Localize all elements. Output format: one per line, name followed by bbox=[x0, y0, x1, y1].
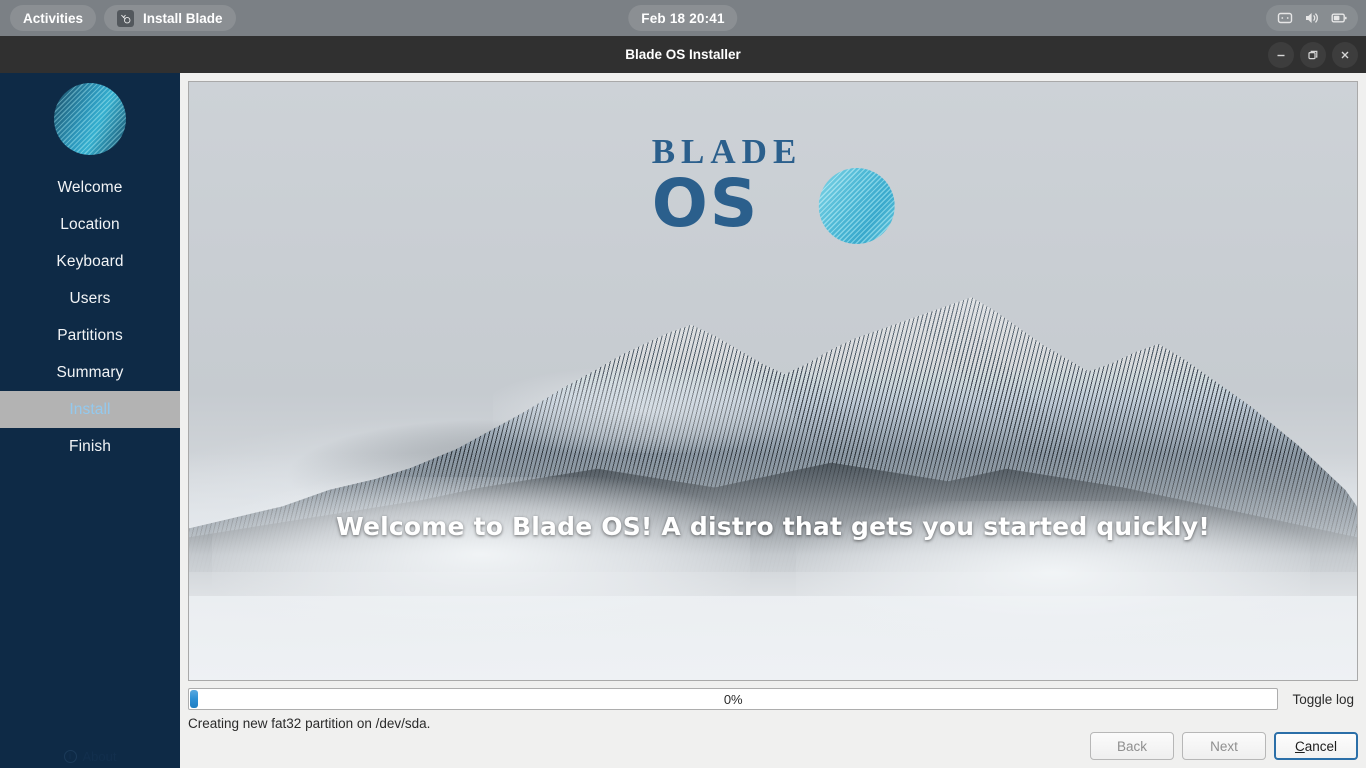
next-button[interactable]: Next bbox=[1182, 732, 1266, 760]
sidebar-item-keyboard[interactable]: Keyboard bbox=[0, 243, 180, 280]
back-button-label: Back bbox=[1116, 738, 1147, 754]
cancel-button-label: ancel bbox=[1304, 738, 1338, 754]
sidebar-item-users[interactable]: Users bbox=[0, 280, 180, 317]
sidebar-item-label: Install bbox=[69, 400, 111, 418]
window-controls bbox=[1268, 36, 1358, 73]
next-button-label: Next bbox=[1210, 738, 1238, 754]
cancel-button[interactable]: Cancel bbox=[1274, 732, 1358, 760]
brand-circle-icon bbox=[818, 168, 895, 244]
sidebar-item-summary[interactable]: Summary bbox=[0, 354, 180, 391]
fog-wisp-mid bbox=[492, 369, 797, 453]
sidebar-logo-wrap bbox=[0, 73, 180, 155]
about-label: About bbox=[82, 749, 117, 764]
progress-row: 0% Toggle log bbox=[188, 688, 1358, 710]
gnome-top-bar: Activities Install Blade Feb 18 20:41 bbox=[0, 0, 1366, 36]
brand-wordmark: BLADE OS bbox=[652, 134, 803, 237]
toggle-log-button[interactable]: Toggle log bbox=[1288, 690, 1358, 709]
installer-steps-nav: Welcome Location Keyboard Users Partitio… bbox=[0, 169, 180, 465]
clock-label: Feb 18 20:41 bbox=[641, 10, 725, 26]
progress-percent-label: 0% bbox=[723, 691, 743, 707]
sidebar-item-partitions[interactable]: Partitions bbox=[0, 317, 180, 354]
installer-sidebar: Welcome Location Keyboard Users Partitio… bbox=[0, 73, 180, 768]
about-button[interactable]: i About bbox=[0, 749, 180, 764]
activities-label: Activities bbox=[23, 10, 84, 26]
info-icon: i bbox=[63, 750, 77, 763]
progress-fill bbox=[190, 690, 198, 708]
window-body: Welcome Location Keyboard Users Partitio… bbox=[0, 73, 1366, 768]
sidebar-item-label: Keyboard bbox=[56, 252, 124, 270]
slideshow-area: BLADE OS Welcome to Blade OS! A distro t… bbox=[188, 81, 1358, 681]
clock-area[interactable]: Feb 18 20:41 bbox=[628, 5, 738, 31]
sidebar-item-label: Users bbox=[69, 289, 111, 307]
sidebar-item-label: Finish bbox=[69, 437, 111, 455]
blade-os-logo-icon bbox=[54, 83, 126, 155]
footer-buttons: Back Next Cancel bbox=[1090, 732, 1358, 760]
installer-main-panel: BLADE OS Welcome to Blade OS! A distro t… bbox=[180, 73, 1366, 768]
top-bar-left-group: Activities Install Blade bbox=[6, 5, 236, 31]
maximize-button[interactable] bbox=[1300, 41, 1326, 68]
sidebar-item-welcome[interactable]: Welcome bbox=[0, 169, 180, 206]
close-button[interactable] bbox=[1332, 41, 1358, 68]
back-button[interactable]: Back bbox=[1090, 732, 1174, 760]
brand-os-text: OS bbox=[651, 165, 760, 242]
sidebar-item-finish[interactable]: Finish bbox=[0, 428, 180, 465]
installer-window: Blade OS Installer Welcome Location Keyb… bbox=[0, 36, 1366, 768]
volume-icon bbox=[1303, 9, 1321, 27]
sidebar-item-location[interactable]: Location bbox=[0, 206, 180, 243]
blade-os-brand-lockup: BLADE OS bbox=[652, 134, 895, 244]
window-title: Blade OS Installer bbox=[625, 47, 741, 62]
sidebar-item-label: Welcome bbox=[57, 178, 123, 196]
app-menu-button[interactable]: Install Blade bbox=[104, 5, 236, 31]
install-progress-bar: 0% bbox=[188, 688, 1279, 710]
minimize-button[interactable] bbox=[1268, 41, 1294, 68]
sidebar-item-label: Partitions bbox=[57, 326, 123, 344]
network-icon bbox=[1276, 9, 1294, 27]
cancel-button-mnemonic: C bbox=[1294, 738, 1305, 754]
sidebar-item-label: Summary bbox=[56, 363, 124, 381]
slideshow-caption: Welcome to Blade OS! A distro that gets … bbox=[336, 512, 1210, 541]
activities-button[interactable]: Activities bbox=[10, 5, 97, 31]
sidebar-item-install[interactable]: Install bbox=[0, 391, 180, 428]
sidebar-item-label: Location bbox=[60, 215, 120, 233]
installer-icon bbox=[117, 9, 135, 27]
window-title-bar[interactable]: Blade OS Installer bbox=[0, 36, 1366, 73]
battery-icon bbox=[1330, 9, 1348, 27]
system-status-area[interactable] bbox=[1266, 5, 1358, 31]
fog-wisp-left bbox=[212, 476, 750, 633]
brand-blade-text: BLADE bbox=[651, 132, 803, 171]
clock-button[interactable]: Feb 18 20:41 bbox=[628, 5, 738, 31]
app-menu-label: Install Blade bbox=[143, 10, 223, 26]
install-status-text: Creating new fat32 partition on /dev/sda… bbox=[188, 716, 431, 731]
